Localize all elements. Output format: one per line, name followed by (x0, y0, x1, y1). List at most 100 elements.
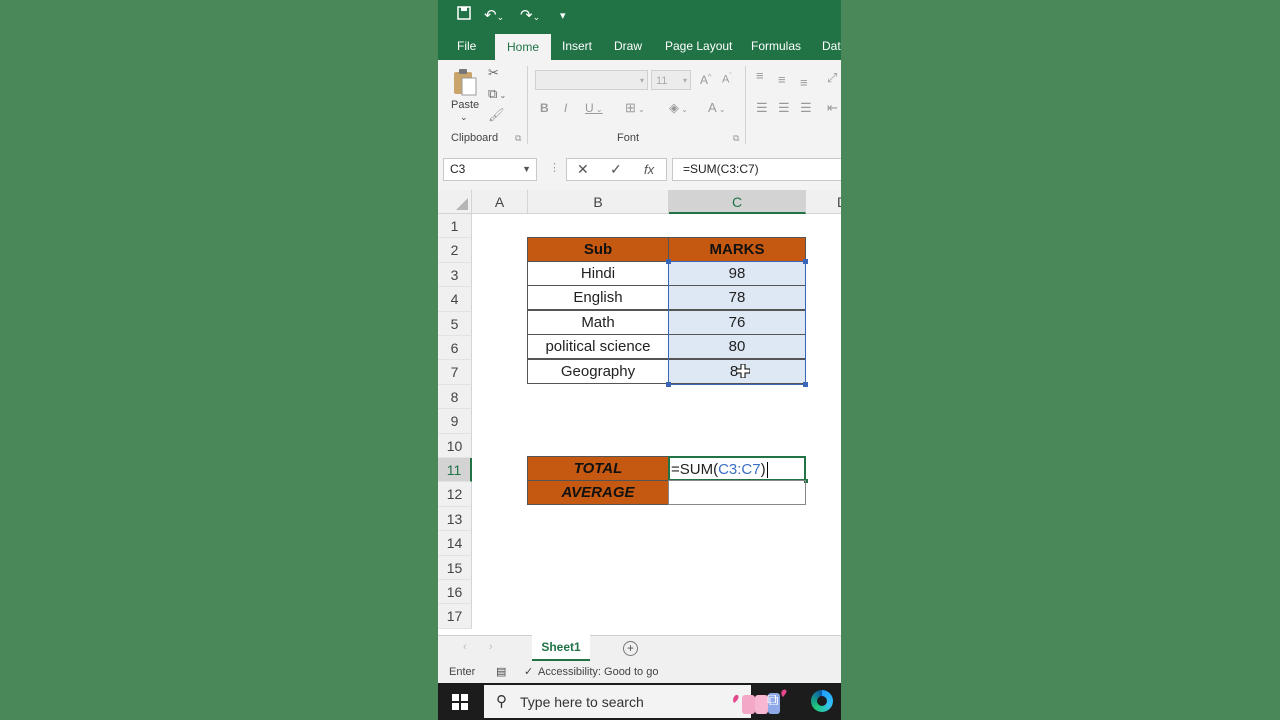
column-header-b[interactable]: B (528, 190, 669, 214)
marks-cell[interactable]: 78 (668, 285, 806, 311)
increase-font-icon[interactable]: A^ (700, 73, 711, 87)
row-header[interactable]: 9 (438, 409, 472, 434)
marks-cell[interactable]: 80 (668, 334, 806, 360)
accessibility-icon[interactable]: ✓ (524, 665, 533, 678)
row-header[interactable]: 8 (438, 384, 472, 410)
tab-page-layout[interactable]: Page Layout (665, 33, 732, 60)
separator (745, 66, 746, 144)
tab-data[interactable]: Data (822, 33, 841, 60)
selection-handle[interactable] (803, 259, 808, 264)
selection-handle[interactable] (666, 259, 671, 264)
align-middle-icon[interactable]: ≡ (778, 72, 786, 87)
font-size-select[interactable]: 11 ▾ (651, 70, 691, 90)
copy-icon[interactable]: ⧉ ⌄ (488, 86, 506, 102)
align-left-icon[interactable]: ☰ (756, 100, 768, 116)
name-box-dropdown-icon[interactable]: ▼ (522, 159, 531, 180)
selection-handle[interactable] (803, 382, 808, 387)
cancel-icon[interactable]: ✕ (577, 161, 589, 178)
windows-taskbar: ⚲ Type here to search ⧉ (438, 683, 841, 720)
decrease-font-icon[interactable]: Aˇ (722, 73, 732, 86)
row-header[interactable]: 2 (438, 238, 472, 263)
subject-cell[interactable]: Math (527, 309, 669, 335)
font-color-icon[interactable]: A ⌄ (708, 100, 726, 115)
table-header-marks[interactable]: MARKS (668, 237, 806, 262)
fill-color-icon[interactable]: ◈ ⌄ (669, 100, 688, 116)
row-header[interactable]: 7 (438, 360, 472, 385)
cut-icon[interactable]: ✂ (488, 65, 499, 81)
row-header-selected[interactable]: 11 (438, 458, 472, 483)
decrease-indent-icon[interactable]: ⇤ (827, 100, 838, 116)
tab-draw[interactable]: Draw (614, 33, 642, 60)
clipboard-launcher-icon[interactable]: ⧉ (515, 133, 521, 144)
select-all-button[interactable] (438, 190, 472, 214)
name-box[interactable]: C3 ▼ (443, 158, 537, 181)
tab-home[interactable]: Home (495, 34, 552, 60)
tab-formulas[interactable]: Formulas (751, 33, 801, 60)
prev-sheet-icon[interactable]: ‹ (463, 641, 467, 653)
align-center-icon[interactable]: ☰ (778, 100, 790, 116)
next-sheet-icon[interactable]: › (489, 641, 493, 653)
paste-button[interactable]: Paste ⌄ (450, 66, 480, 126)
italic-icon[interactable]: I (564, 101, 567, 115)
marks-cell[interactable]: 76 (668, 309, 806, 335)
align-bottom-icon[interactable]: ≡ (800, 75, 808, 90)
save-icon[interactable] (457, 6, 471, 24)
subject-cell[interactable]: Hindi (527, 261, 669, 286)
row-header[interactable]: 4 (438, 287, 472, 312)
row-header[interactable]: 13 (438, 506, 472, 532)
undo-icon[interactable]: ↶⌄ (484, 6, 504, 24)
enter-icon[interactable]: ✓ (610, 161, 622, 178)
tab-file[interactable]: File (457, 33, 476, 60)
selection-handle[interactable] (666, 382, 671, 387)
formula-input[interactable]: =SUM(C3:C7) (672, 158, 841, 181)
subject-cell[interactable]: English (527, 285, 669, 311)
font-launcher-icon[interactable]: ⧉ (733, 133, 739, 144)
underline-icon[interactable]: U ⌄ (585, 101, 603, 115)
column-header-a[interactable]: A (472, 190, 528, 214)
insert-function-icon[interactable]: fx (644, 162, 654, 177)
more-options-icon[interactable]: ⋮ (549, 161, 560, 174)
column-header-d[interactable]: D (806, 190, 841, 214)
windows-start-icon[interactable] (452, 694, 468, 710)
align-top-icon[interactable]: ≡ (756, 68, 764, 83)
row-header[interactable]: 6 (438, 336, 472, 361)
row-header[interactable]: 14 (438, 531, 472, 556)
separator (527, 66, 528, 144)
total-label-cell[interactable]: TOTAL (527, 456, 669, 481)
marks-cell[interactable]: 98 (668, 261, 806, 286)
orientation-icon[interactable]: ⤢ (827, 70, 837, 86)
status-mode: Enter (449, 666, 476, 678)
average-label-cell[interactable]: AVERAGE (527, 480, 669, 506)
sheet-tab-sheet1[interactable]: Sheet1 (532, 635, 590, 661)
add-sheet-icon[interactable]: + (623, 641, 638, 656)
formula-reference: C3:C7 (718, 461, 761, 478)
row-header[interactable]: 5 (438, 311, 472, 336)
align-right-icon[interactable]: ☰ (800, 100, 812, 116)
total-edit-cell[interactable]: =SUM(C3:C7) (668, 456, 806, 481)
bold-icon[interactable]: B (540, 101, 549, 115)
row-header[interactable]: 12 (438, 482, 472, 507)
row-header[interactable]: 17 (438, 604, 472, 629)
luggage-decoration-icon (733, 689, 787, 714)
row-header[interactable]: 3 (438, 262, 472, 288)
row-header[interactable]: 1 (438, 214, 472, 239)
taskbar-search-box[interactable]: ⚲ Type here to search (484, 685, 787, 718)
borders-icon[interactable]: ⊞ ⌄ (625, 100, 645, 116)
macro-record-icon[interactable]: ▤ (496, 665, 506, 678)
tab-insert[interactable]: Insert (562, 33, 592, 60)
task-view-icon[interactable]: ⧉ (767, 692, 778, 710)
subject-cell[interactable]: political science (527, 334, 669, 360)
row-header[interactable]: 10 (438, 433, 472, 458)
row-header[interactable]: 15 (438, 555, 472, 580)
column-header-c[interactable]: C (669, 190, 806, 214)
font-name-select[interactable]: ▾ (535, 70, 648, 90)
customize-qat-icon[interactable]: ▾ (560, 9, 566, 22)
format-painter-icon[interactable]: 🖌 (488, 107, 505, 123)
row-header[interactable]: 16 (438, 580, 472, 605)
table-header-sub[interactable]: Sub (527, 237, 669, 262)
subject-cell[interactable]: Geography (527, 358, 669, 384)
edge-browser-icon[interactable] (811, 690, 833, 712)
redo-icon[interactable]: ↷⌄ (520, 6, 540, 24)
average-value-cell[interactable] (668, 480, 806, 506)
accessibility-status[interactable]: Accessibility: Good to go (538, 666, 658, 678)
